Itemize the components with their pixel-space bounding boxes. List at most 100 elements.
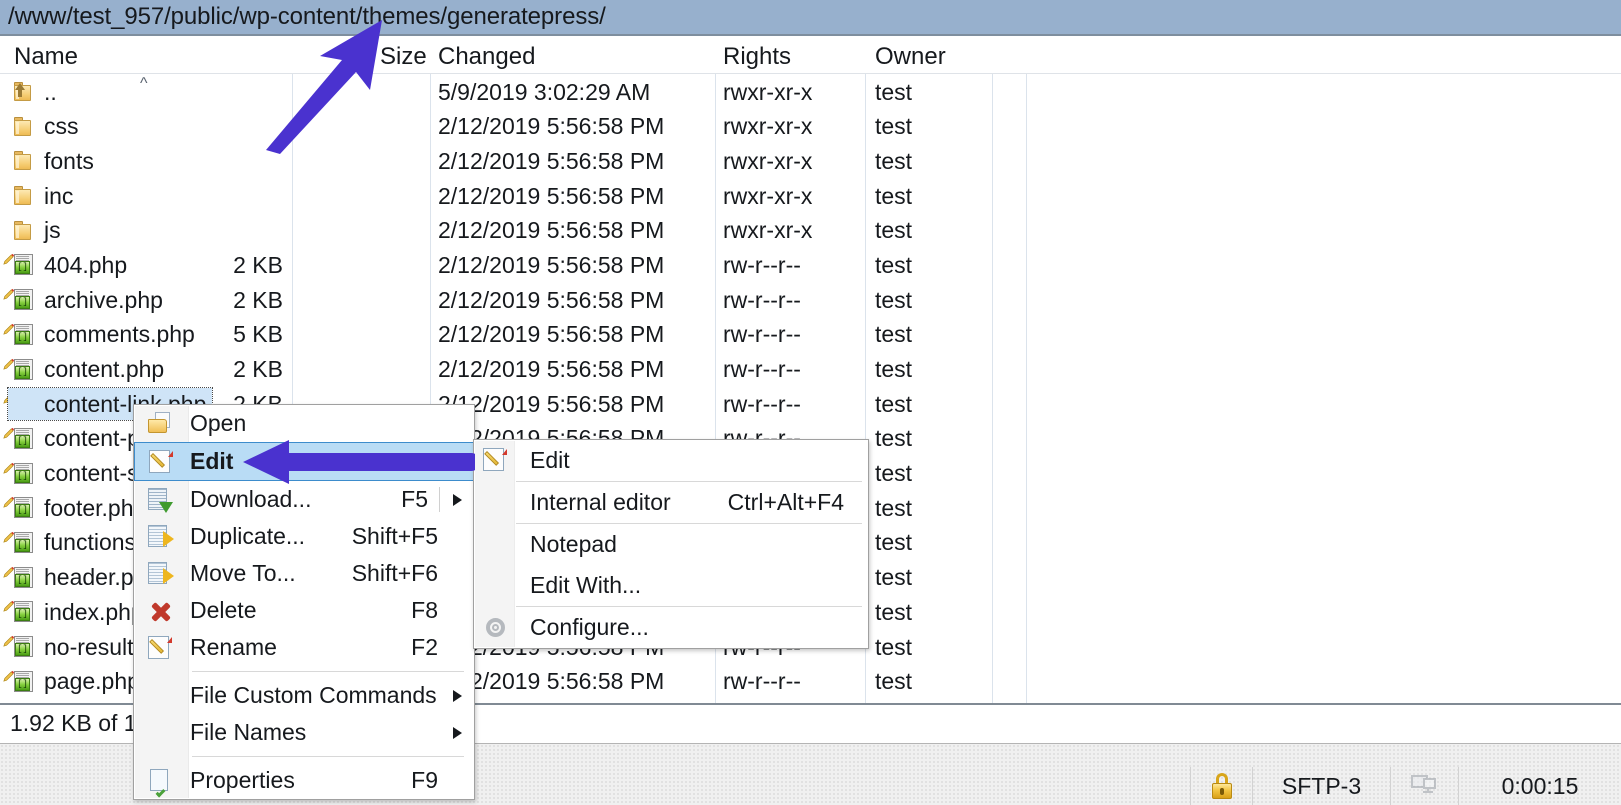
file-owner-cell: test bbox=[875, 423, 912, 455]
edit-submenu-item-label: Edit With... bbox=[530, 572, 641, 599]
file-rights-cell: rw-r--r-- bbox=[723, 284, 801, 316]
edit-submenu-item-label: Internal editor bbox=[530, 489, 671, 516]
context-menu-item-rename[interactable]: Rename F2 bbox=[134, 629, 474, 666]
context-menu-item-label: Open bbox=[190, 410, 246, 437]
context-menu-item-label: File Names bbox=[190, 719, 306, 746]
file-owner-cell: test bbox=[875, 319, 912, 351]
file-changed-cell: 2/12/2019 5:56:58 PM bbox=[438, 145, 664, 177]
chevron-right-icon bbox=[453, 494, 462, 506]
winscp-file-browser-window: /www/test_957/public/wp-content/themes/g… bbox=[0, 0, 1621, 805]
file-name-cell[interactable]: fonts bbox=[8, 145, 100, 177]
column-header-owner[interactable]: Owner bbox=[875, 43, 946, 71]
remote-path-bar[interactable]: /www/test_957/public/wp-content/themes/g… bbox=[0, 0, 1621, 36]
file-row[interactable]: []content.php2 KB2/12/2019 5:56:58 PMrw-… bbox=[0, 353, 1621, 388]
file-row[interactable]: []comments.php5 KB2/12/2019 5:56:58 PMrw… bbox=[0, 318, 1621, 353]
edit-submenu-item-edit-with[interactable]: Edit With... bbox=[474, 565, 868, 606]
context-menu-item-shortcut: F5 bbox=[401, 486, 428, 513]
file-name-cell[interactable]: content.php bbox=[8, 354, 170, 386]
edit-submenu-item-edit[interactable]: Edit bbox=[474, 440, 868, 481]
column-header-size[interactable]: Size bbox=[380, 43, 427, 71]
edit-submenu[interactable]: Edit Internal editor Ctrl+Alt+F4 Notepad Edi… bbox=[473, 439, 869, 649]
file-rights-cell: rwxr-xr-x bbox=[723, 145, 812, 177]
file-rights-cell: rwxr-xr-x bbox=[723, 111, 812, 143]
file-rights-cell: rw-r--r-- bbox=[723, 319, 801, 351]
context-menu-item-properties[interactable]: Properties F9 bbox=[134, 762, 474, 799]
open-folder-icon bbox=[148, 412, 173, 437]
context-menu-item-label: Download... bbox=[190, 486, 311, 513]
file-rights-cell: rwxr-xr-x bbox=[723, 76, 812, 108]
chevron-right-icon bbox=[453, 690, 462, 702]
edit-submenu-items: Edit Internal editor Ctrl+Alt+F4 Notepad Edi… bbox=[474, 440, 868, 648]
file-name-cell[interactable]: footer.php bbox=[8, 492, 152, 524]
file-name-cell[interactable]: archive.php bbox=[8, 284, 169, 316]
status-bar-encryption-cell[interactable] bbox=[1190, 767, 1252, 805]
file-owner-cell: test bbox=[875, 596, 912, 628]
context-menu-item-label: Properties bbox=[190, 767, 295, 794]
file-owner-cell: test bbox=[875, 145, 912, 177]
file-owner-cell: test bbox=[875, 284, 912, 316]
context-menu-item-download[interactable]: Download... F5 bbox=[134, 481, 474, 518]
context-menu-item-edit[interactable]: Edit bbox=[134, 442, 474, 481]
properties-icon bbox=[148, 769, 173, 794]
context-menu-item-label: File Custom Commands bbox=[190, 682, 437, 709]
file-size-cell: 2 KB bbox=[233, 284, 283, 316]
column-header-changed[interactable]: Changed bbox=[438, 43, 535, 71]
file-name-cell[interactable]: 404.php bbox=[8, 249, 133, 281]
context-menu-item-file-names[interactable]: File Names bbox=[134, 714, 474, 751]
column-header-rights[interactable]: Rights bbox=[723, 43, 791, 71]
move-to-icon bbox=[148, 562, 173, 587]
file-row[interactable]: inc2/12/2019 5:56:58 PMrwxr-xr-xtest bbox=[0, 179, 1621, 214]
file-name-cell[interactable]: page.php bbox=[8, 666, 146, 698]
edit-submenu-item-notepad[interactable]: Notepad bbox=[474, 524, 868, 565]
edit-submenu-item-configure[interactable]: Configure... bbox=[474, 607, 868, 648]
delete-x-icon bbox=[148, 599, 173, 624]
context-menu-items: Open Edit Download... F5 Duplicate...Shift+F… bbox=[134, 405, 474, 799]
file-changed-cell: 2/12/2019 5:56:58 PM bbox=[438, 249, 664, 281]
column-header-name[interactable]: Name bbox=[14, 43, 78, 71]
file-rights-cell: rwxr-xr-x bbox=[723, 180, 812, 212]
edit-submenu-item-shortcut: Ctrl+Alt+F4 bbox=[728, 489, 844, 516]
file-row[interactable]: css2/12/2019 5:56:58 PMrwxr-xr-xtest bbox=[0, 110, 1621, 145]
file-owner-cell: test bbox=[875, 180, 912, 212]
status-bar-elapsed-label: 0:00:15 bbox=[1502, 773, 1579, 800]
file-row[interactable]: []404.php2 KB2/12/2019 5:56:58 PMrw-r--r… bbox=[0, 248, 1621, 283]
context-menu-item-duplicate[interactable]: Duplicate...Shift+F5 bbox=[134, 518, 474, 555]
column-header-row[interactable]: Name Size Changed Rights Owner bbox=[0, 38, 1621, 74]
file-row[interactable]: js2/12/2019 5:56:58 PMrwxr-xr-xtest bbox=[0, 214, 1621, 249]
context-menu-item-delete[interactable]: DeleteF8 bbox=[134, 592, 474, 629]
context-menu-item-file-custom-commands[interactable]: File Custom Commands bbox=[134, 677, 474, 714]
file-rights-cell: rw-r--r-- bbox=[723, 354, 801, 386]
file-name-cell[interactable]: .. bbox=[8, 76, 63, 108]
file-context-menu[interactable]: Open Edit Download... F5 Duplicate...Shift+F… bbox=[133, 404, 475, 800]
file-rights-cell: rwxr-xr-x bbox=[723, 215, 812, 247]
context-menu-item-shortcut: F2 bbox=[411, 634, 438, 661]
file-size-cell: 5 KB bbox=[233, 319, 283, 351]
file-owner-cell: test bbox=[875, 458, 912, 490]
file-name-cell[interactable]: comments.php bbox=[8, 319, 201, 351]
edit-submenu-item-internal-editor[interactable]: Internal editor Ctrl+Alt+F4 bbox=[474, 482, 868, 523]
file-name-cell[interactable]: inc bbox=[8, 180, 79, 212]
edit-pencil-icon bbox=[149, 450, 174, 475]
file-owner-cell: test bbox=[875, 527, 912, 559]
file-rights-cell: rw-r--r-- bbox=[723, 249, 801, 281]
remote-path-text[interactable]: /www/test_957/public/wp-content/themes/g… bbox=[0, 3, 606, 31]
file-name-cell[interactable]: css bbox=[8, 111, 85, 143]
edit-submenu-item-label: Edit bbox=[530, 447, 570, 474]
status-bar-network-cell[interactable] bbox=[1390, 767, 1458, 805]
file-row[interactable]: fonts 2/12/2019 5:56:58 PM rwxr-xr-x test bbox=[0, 144, 1621, 179]
context-menu-item-open[interactable]: Open bbox=[134, 405, 474, 442]
status-bar-protocol-cell[interactable]: SFTP-3 bbox=[1252, 767, 1390, 805]
file-name-cell[interactable]: index.php bbox=[8, 596, 150, 628]
file-name-cell[interactable]: js bbox=[8, 215, 67, 247]
context-menu-item-shortcut: F9 bbox=[411, 767, 438, 794]
context-menu-item-shortcut: Shift+F5 bbox=[352, 523, 438, 550]
file-row[interactable]: []archive.php2 KB2/12/2019 5:56:58 PMrw-… bbox=[0, 283, 1621, 318]
edit-pencil-icon bbox=[483, 448, 508, 473]
context-menu-item-label: Delete bbox=[190, 597, 256, 624]
context-menu-item-move-to[interactable]: Move To...Shift+F6 bbox=[134, 555, 474, 592]
file-row[interactable]: ..5/9/2019 3:02:29 AMrwxr-xr-xtest bbox=[0, 75, 1621, 110]
file-owner-cell: test bbox=[875, 215, 912, 247]
file-size-cell: 2 KB bbox=[233, 354, 283, 386]
context-menu-item-label: Rename bbox=[190, 634, 277, 661]
context-menu-item-label: Move To... bbox=[190, 560, 296, 587]
